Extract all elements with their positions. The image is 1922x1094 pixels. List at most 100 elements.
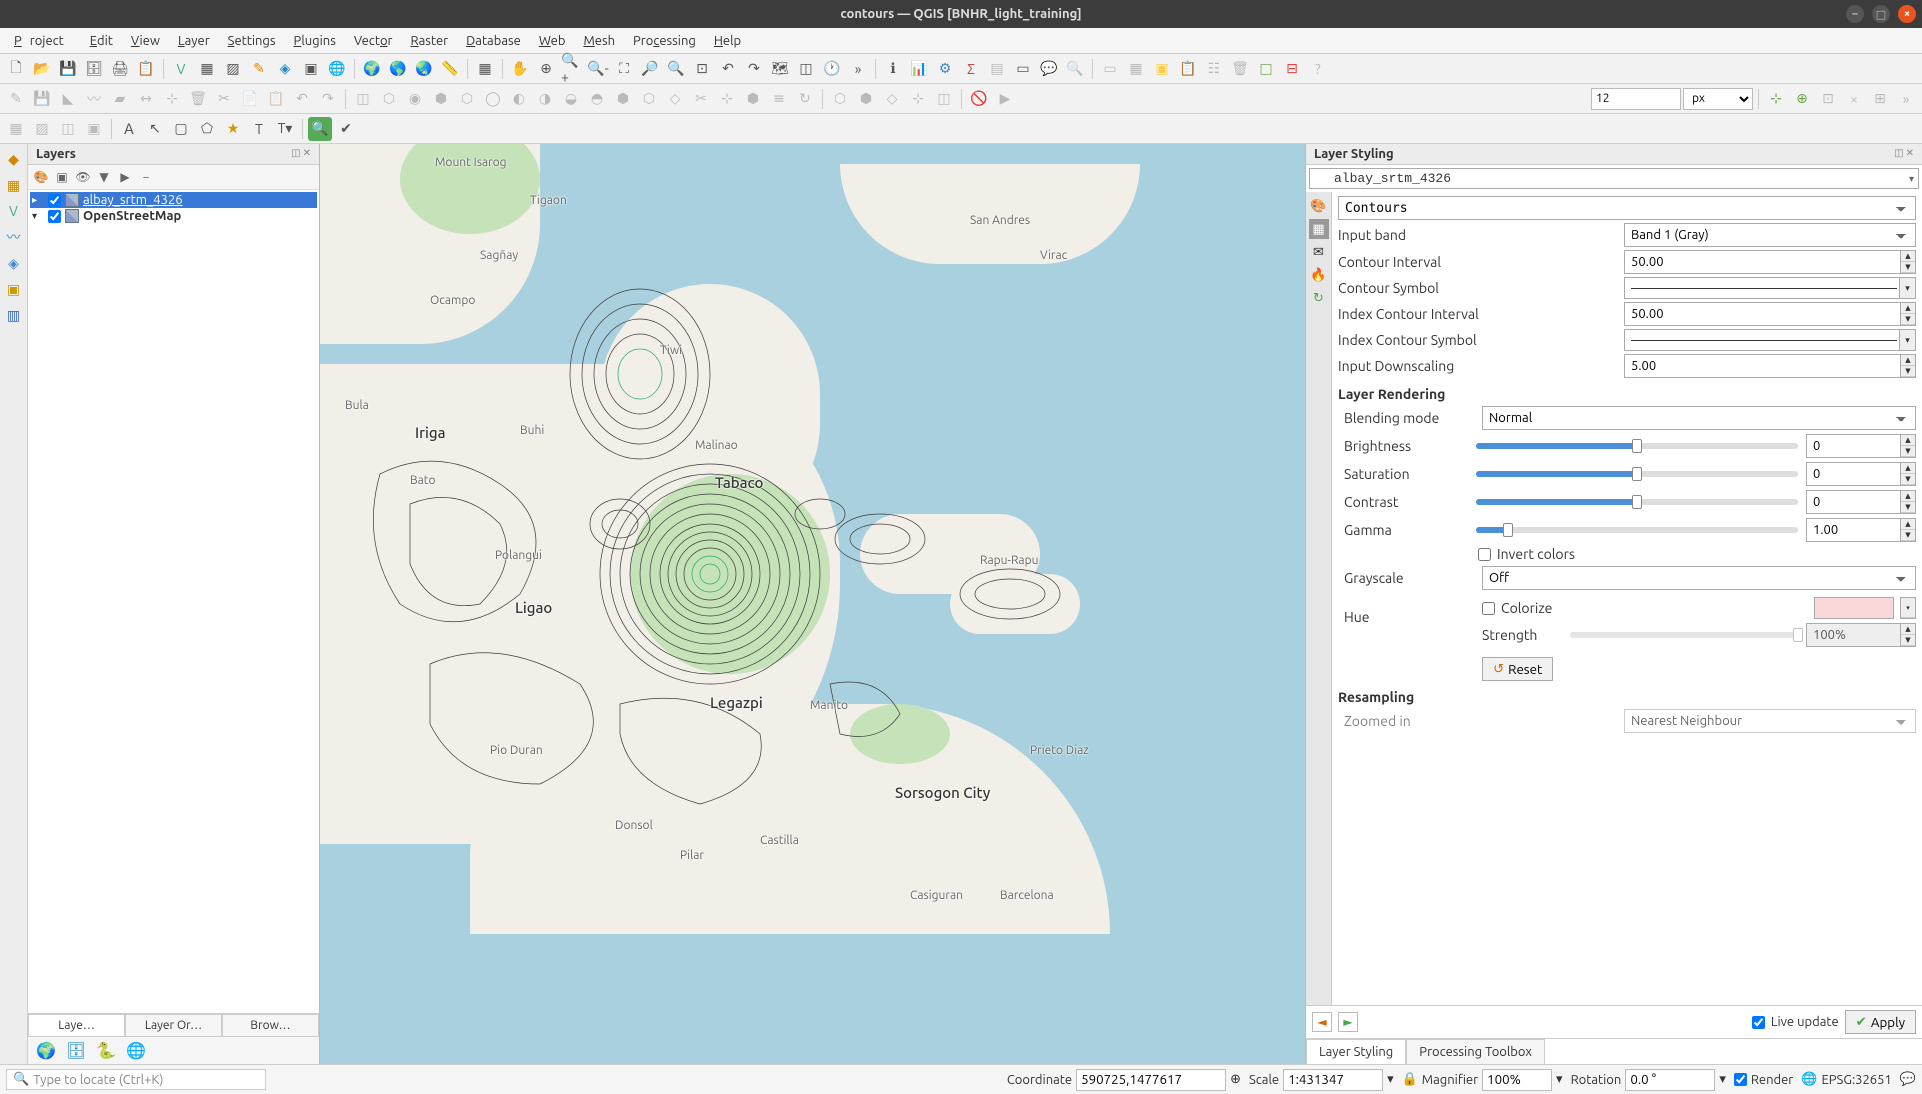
zoom-in-icon[interactable]: 🔍+ xyxy=(560,57,584,81)
add-poly-icon[interactable]: ▰ xyxy=(108,87,132,111)
brightness-input[interactable] xyxy=(1806,434,1900,458)
saturation-input[interactable] xyxy=(1806,462,1900,486)
gamma-input[interactable] xyxy=(1806,518,1900,542)
tab-processing-toolbox[interactable]: Processing Toolbox xyxy=(1406,1039,1545,1064)
d4-icon[interactable]: ⬢ xyxy=(429,87,453,111)
help-icon[interactable]: ? xyxy=(1306,57,1330,81)
crs-label[interactable]: EPSG:32651 xyxy=(1821,1073,1891,1087)
blending-select[interactable]: Normal xyxy=(1482,406,1916,430)
strength-slider[interactable] xyxy=(1570,632,1798,638)
input-band-select[interactable]: Band 1 (Gray) xyxy=(1624,223,1916,247)
tab-layer-order[interactable]: Layer Or… xyxy=(125,1014,222,1036)
temporal-icon[interactable]: 🕐 xyxy=(820,57,844,81)
scale-input[interactable] xyxy=(1283,1069,1383,1091)
menu-database[interactable]: Database xyxy=(458,32,529,50)
magnifier-input[interactable] xyxy=(1482,1069,1552,1091)
l2-icon[interactable]: ▨ xyxy=(30,117,54,141)
globe2-icon[interactable]: 🌎 xyxy=(386,57,410,81)
remove-icon[interactable]: − xyxy=(137,168,155,186)
pan-icon[interactable]: ✋ xyxy=(508,57,532,81)
lt-virtual-icon[interactable]: ▥ xyxy=(3,304,25,326)
d9-icon[interactable]: ◒ xyxy=(559,87,583,111)
spinner-icon[interactable]: ▲▼ xyxy=(1900,250,1916,274)
validate-icon[interactable]: ✔ xyxy=(334,117,358,141)
lt-csv-icon[interactable]: 〰 xyxy=(3,226,25,248)
label-icon[interactable]: Ａ xyxy=(117,117,141,141)
globe3-icon[interactable]: 🌏 xyxy=(412,57,436,81)
move-feature-icon[interactable]: ↔ xyxy=(134,87,158,111)
symbology-tab-icon[interactable]: 🎨 xyxy=(1309,196,1329,216)
select-layer-icon[interactable]: ▣ xyxy=(1150,57,1174,81)
minimize-button[interactable]: – xyxy=(1846,5,1864,23)
add-group-icon[interactable]: ▣ xyxy=(53,168,71,186)
menu-web[interactable]: Web xyxy=(531,32,574,50)
d19-icon[interactable]: ⬡ xyxy=(828,87,852,111)
map-canvas[interactable]: Mount IsarogTigaonSagñayOcampoSan Andres… xyxy=(320,144,1306,1064)
contrast-slider[interactable] xyxy=(1476,499,1798,505)
add-delimited-icon[interactable]: ✎ xyxy=(247,57,271,81)
tab-layer-styling[interactable]: Layer Styling xyxy=(1306,1039,1406,1064)
menu-raster[interactable]: Raster xyxy=(402,32,456,50)
save-as-icon[interactable]: 🗄 xyxy=(82,57,106,81)
select-icon[interactable]: ▭ xyxy=(1011,57,1035,81)
colorize-color-button[interactable] xyxy=(1814,597,1894,619)
arrow-icon[interactable]: ↖ xyxy=(143,117,167,141)
d17-icon[interactable]: ≡ xyxy=(767,87,791,111)
menu-mesh[interactable]: Mesh xyxy=(575,32,623,50)
tooltip-icon[interactable]: 💬 xyxy=(1037,57,1061,81)
d23-icon[interactable]: ◫ xyxy=(932,87,956,111)
zoomed-in-select[interactable]: Nearest Neighbour xyxy=(1624,709,1916,733)
crs-icon[interactable]: 🌐 xyxy=(1801,1072,1817,1087)
close-panel-icon[interactable]: ✕ xyxy=(303,147,311,161)
live-update-checkbox[interactable] xyxy=(1752,1016,1765,1029)
l4-icon[interactable]: ▣ xyxy=(82,117,106,141)
zoom-last-icon[interactable]: ↶ xyxy=(716,57,740,81)
osm-icon[interactable]: □ xyxy=(1254,57,1278,81)
size-unit-select[interactable]: px xyxy=(1683,88,1753,110)
table-icon[interactable]: ▦ xyxy=(473,57,497,81)
d1-icon[interactable]: ◫ xyxy=(351,87,375,111)
tab-browser[interactable]: Brow… xyxy=(222,1014,319,1036)
lt-wms-icon[interactable]: ▣ xyxy=(3,278,25,300)
snap2-icon[interactable]: ⊕ xyxy=(1790,87,1814,111)
spinner-icon[interactable]: ▲▼ xyxy=(1900,434,1916,458)
lt-mesh-icon[interactable]: V xyxy=(3,200,25,222)
close-panel-icon[interactable]: ✕ xyxy=(1906,147,1914,161)
pan-selection-icon[interactable]: ⊕ xyxy=(534,57,558,81)
select-expr-icon[interactable]: ▦ xyxy=(1124,57,1148,81)
messages-icon[interactable]: 💬 xyxy=(1900,1072,1916,1087)
contour-symbol-button[interactable]: ▾ xyxy=(1624,277,1916,299)
spinner-icon[interactable]: ▲▼ xyxy=(1900,490,1916,514)
menu-layer[interactable]: Layer xyxy=(170,32,218,50)
python-icon[interactable]: 🐍 xyxy=(96,1041,116,1061)
zoom-native-icon[interactable]: ⊡ xyxy=(690,57,714,81)
d5-icon[interactable]: ⬡ xyxy=(455,87,479,111)
delete-feature-icon[interactable]: 🗑 xyxy=(186,87,210,111)
menu-settings[interactable]: Settings xyxy=(220,32,284,50)
d12-icon[interactable]: ⬡ xyxy=(637,87,661,111)
menu-processing[interactable]: Processing xyxy=(625,32,704,50)
sum-icon[interactable]: Σ xyxy=(959,57,983,81)
redo-style-button[interactable]: ► xyxy=(1338,1012,1358,1032)
layer-checkbox[interactable] xyxy=(48,194,61,207)
gamma-slider[interactable] xyxy=(1476,527,1798,533)
d10-icon[interactable]: ◓ xyxy=(585,87,609,111)
layer-select-combo[interactable]: albay_srtm_4326 ▾ xyxy=(1309,168,1919,189)
cut-icon[interactable]: ✂ xyxy=(212,87,236,111)
d2-icon[interactable]: ⬡ xyxy=(377,87,401,111)
layer-checkbox[interactable] xyxy=(48,210,61,223)
web-icon[interactable]: 🌐 xyxy=(126,1041,146,1061)
search-green-icon[interactable]: 🔍 xyxy=(308,117,332,141)
layer-item-osm[interactable]: ▾ OpenStreetMap xyxy=(30,208,317,224)
histogram-tab-icon[interactable]: ✉ xyxy=(1309,242,1329,262)
add-spatialite-icon[interactable]: ◈ xyxy=(273,57,297,81)
reset-button[interactable]: ↺Reset xyxy=(1482,657,1553,681)
add-feature-icon[interactable]: ◣ xyxy=(56,87,80,111)
snap3-icon[interactable]: ⊡ xyxy=(1816,87,1840,111)
star-icon[interactable]: ★ xyxy=(221,117,245,141)
menu-vector[interactable]: Vector xyxy=(346,32,401,50)
menu-edit[interactable]: Edit xyxy=(82,32,121,50)
l3-icon[interactable]: ◫ xyxy=(56,117,80,141)
osm2-icon[interactable]: ⊟ xyxy=(1280,57,1304,81)
paste-icon[interactable]: 📋 xyxy=(264,87,288,111)
